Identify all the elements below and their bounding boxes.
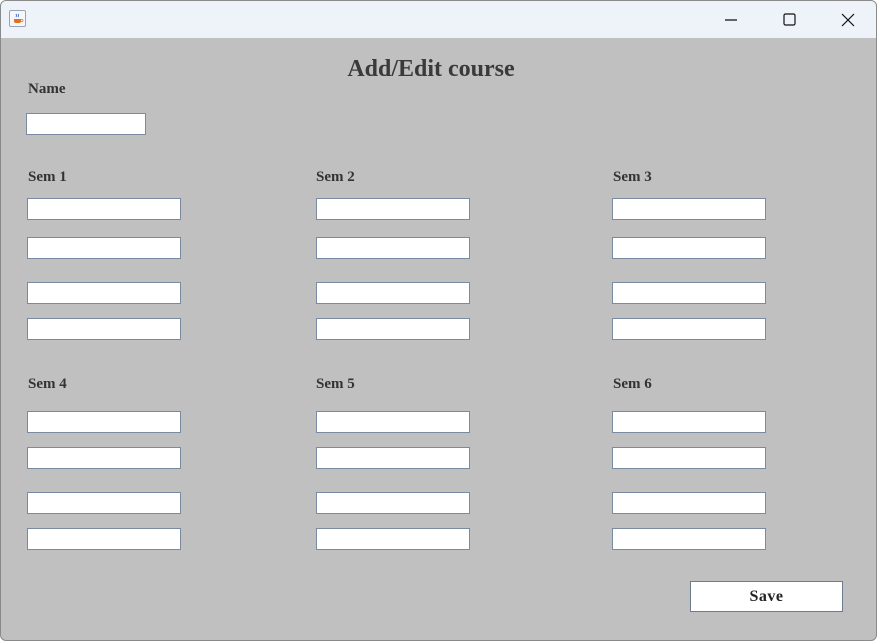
maximize-icon [782, 13, 796, 26]
sem2-field-1[interactable] [316, 198, 470, 220]
minimize-icon [725, 18, 737, 21]
sem1-field-4[interactable] [27, 318, 181, 340]
sem5-field-3[interactable] [316, 492, 470, 514]
sem3-field-2[interactable] [612, 237, 766, 259]
sem4-field-1[interactable] [27, 411, 181, 433]
sem3-field-1[interactable] [612, 198, 766, 220]
sem2-field-3[interactable] [316, 282, 470, 304]
sem2-field-2[interactable] [316, 237, 470, 259]
minimize-button[interactable] [708, 1, 754, 38]
sem5-label: Sem 5 [316, 376, 355, 392]
close-button[interactable] [825, 1, 871, 38]
name-label: Name [28, 81, 66, 97]
sem5-field-1[interactable] [316, 411, 470, 433]
title-bar[interactable] [1, 1, 876, 38]
sem1-field-2[interactable] [27, 237, 181, 259]
form-panel: Add/Edit course Name Sem 1 Sem 2 Sem 3 S… [1, 38, 876, 640]
sem2-label: Sem 2 [316, 169, 355, 185]
sem4-field-2[interactable] [27, 447, 181, 469]
sem6-field-1[interactable] [612, 411, 766, 433]
sem3-label: Sem 3 [613, 169, 652, 185]
sem3-field-4[interactable] [612, 318, 766, 340]
sem6-field-3[interactable] [612, 492, 766, 514]
sem4-field-3[interactable] [27, 492, 181, 514]
sem3-field-3[interactable] [612, 282, 766, 304]
sem6-field-2[interactable] [612, 447, 766, 469]
sem5-field-2[interactable] [316, 447, 470, 469]
page-title: Add/Edit course [347, 56, 515, 82]
java-cup-icon [9, 10, 26, 27]
sem5-field-4[interactable] [316, 528, 470, 550]
sem1-label: Sem 1 [28, 169, 67, 185]
sem4-label: Sem 4 [28, 376, 67, 392]
sem2-field-4[interactable] [316, 318, 470, 340]
sem4-field-4[interactable] [27, 528, 181, 550]
app-window: Add/Edit course Name Sem 1 Sem 2 Sem 3 S… [0, 0, 877, 641]
sem1-field-1[interactable] [27, 198, 181, 220]
maximize-button[interactable] [766, 1, 812, 38]
sem6-label: Sem 6 [613, 376, 652, 392]
close-icon [841, 13, 855, 26]
name-input[interactable] [26, 113, 146, 135]
sem1-field-3[interactable] [27, 282, 181, 304]
save-button[interactable]: Save [690, 581, 843, 612]
sem6-field-4[interactable] [612, 528, 766, 550]
